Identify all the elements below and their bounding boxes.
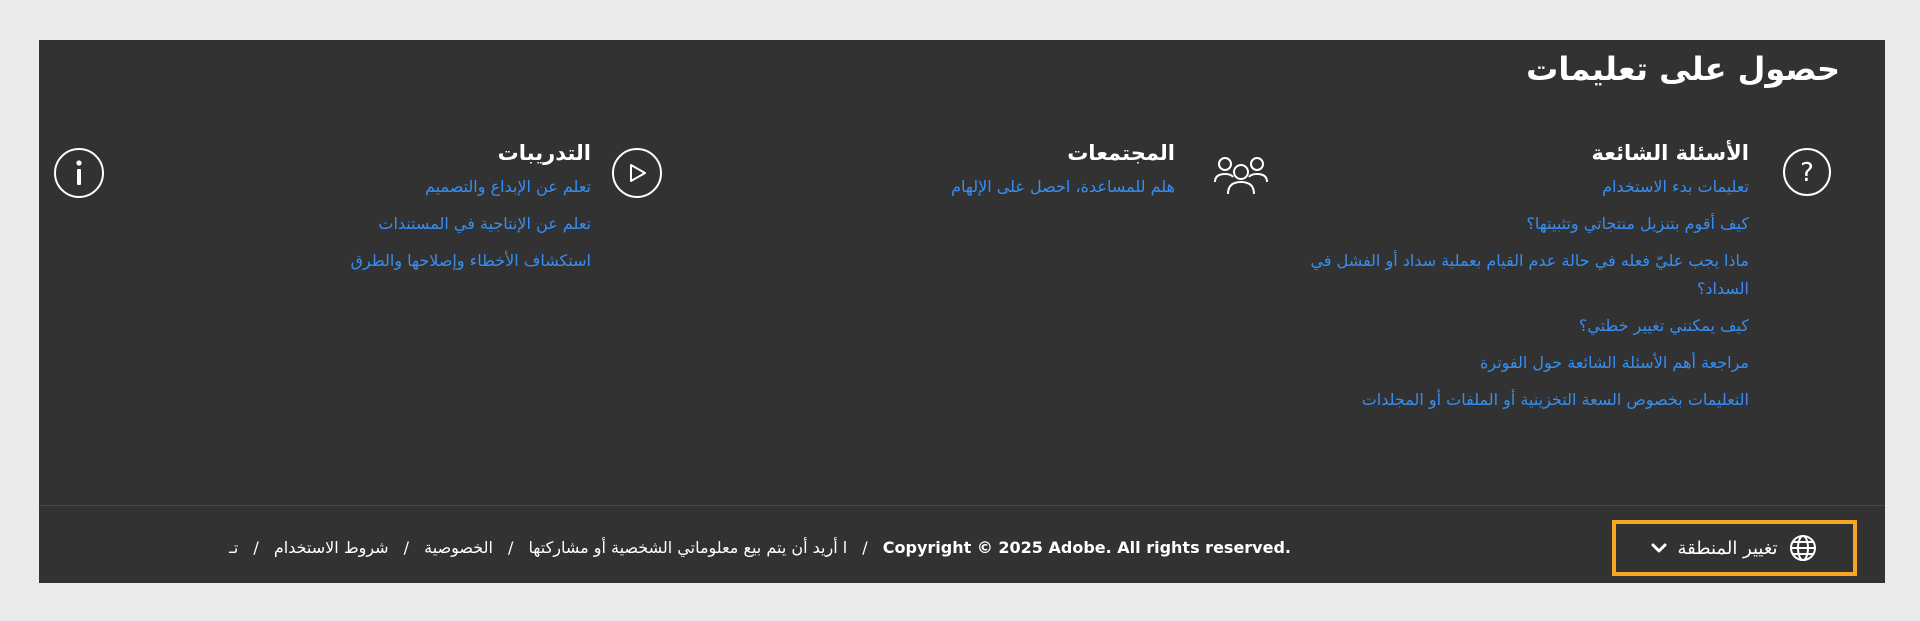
list-item: ماذا يجب عليّ فعله في حالة عدم القيام بع… [1309,247,1750,303]
list-item: كيف أقوم بتنزيل منتجاتي وتثبيتها؟ [1309,210,1749,238]
tutorials-link-document-productivity[interactable]: تعلم عن الإنتاجية في المستندات [378,210,591,238]
list-item: تعليمات بدء الاستخدام [1309,173,1749,201]
list-item: هلم للمساعدة، احصل على الإلهام [735,173,1175,201]
globe-icon [1788,533,1818,563]
help-title: حصول على تعليمات [1526,50,1840,88]
list-item: مراجعة أهم الأسئلة الشائعة حول الفوترة [1309,349,1749,377]
faq-link-download-install[interactable]: كيف أقوم بتنزيل منتجاتي وتثبيتها؟ [1526,210,1749,238]
people-icon [1211,144,1271,204]
info-icon [54,148,104,198]
tutorials-link-troubleshooting[interactable]: استكشاف الأخطاء وإصلاحها والطرق [351,247,591,275]
faq-column: الأسئلة الشائعة تعليمات بدء الاستخدام كي… [1309,140,1750,423]
footer-separator: / [253,538,259,557]
list-item: تعلم عن الإبداع والتصميم [151,173,591,201]
footer-separator: / [508,538,514,557]
footer-divider [39,505,1885,506]
faq-link-billing-faq[interactable]: مراجعة أهم الأسئلة الشائعة حول الفوترة [1480,349,1749,377]
question-icon: ? [1783,148,1831,196]
list-item: تعلم عن الإنتاجية في المستندات [151,210,591,238]
footer-link-do-not-sell[interactable]: ا أريد أن يتم بيع معلوماتي الشخصية أو مش… [529,538,848,557]
help-panel: حصول على تعليمات ? الأسئلة الشائعة تعليم… [39,40,1885,583]
communities-link-get-help[interactable]: هلم للمساعدة، احصل على الإلهام [951,173,1175,201]
chevron-down-icon [1651,540,1667,556]
faq-links: تعليمات بدء الاستخدام كيف أقوم بتنزيل من… [1309,173,1750,414]
faq-link-getting-started[interactable]: تعليمات بدء الاستخدام [1602,173,1749,201]
list-item: التعليمات بخصوص السعة التخزينية أو الملف… [1309,386,1749,414]
svg-text:?: ? [1800,158,1814,188]
communities-column: المجتمعات هلم للمساعدة، احصل على الإلهام [735,140,1175,210]
footer-link-terms-of-use[interactable]: شروط الاستخدام [274,538,389,557]
faq-link-change-plan[interactable]: كيف يمكنني تغيير خطتي؟ [1579,312,1749,340]
copyright-text: Copyright © 2025 Adobe. All rights reser… [882,538,1291,557]
tutorials-link-creativity-design[interactable]: تعلم عن الإبداع والتصميم [425,173,591,201]
list-item: استكشاف الأخطاء وإصلاحها والطرق [151,247,591,275]
change-region-button[interactable]: تغيير المنطقة [1612,520,1857,576]
footer-link-truncated[interactable]: تـ [229,538,238,557]
footer-separator: / [403,538,410,557]
communities-heading: المجتمعات [1067,141,1175,165]
list-item: كيف يمكنني تغيير خطتي؟ [1309,312,1749,340]
footer-separator: / [862,538,868,557]
footer-link-privacy[interactable]: الخصوصية [424,538,493,557]
change-region-label: تغيير المنطقة [1677,537,1778,559]
play-icon [612,148,662,198]
tutorials-column: التدريبات تعلم عن الإبداع والتصميم تعلم … [151,140,591,284]
footer-links: Copyright © 2025 Adobe. All rights reser… [229,538,1291,557]
communities-links: هلم للمساعدة، احصل على الإلهام [735,173,1175,201]
faq-heading: الأسئلة الشائعة [1591,141,1750,165]
tutorials-links: تعلم عن الإبداع والتصميم تعلم عن الإنتاج… [151,173,591,275]
tutorials-heading: التدريبات [497,141,591,165]
faq-link-payment-failed[interactable]: ماذا يجب عليّ فعله في حالة عدم القيام بع… [1309,247,1750,303]
faq-link-storage-files[interactable]: التعليمات بخصوص السعة التخزينية أو الملف… [1362,386,1749,414]
